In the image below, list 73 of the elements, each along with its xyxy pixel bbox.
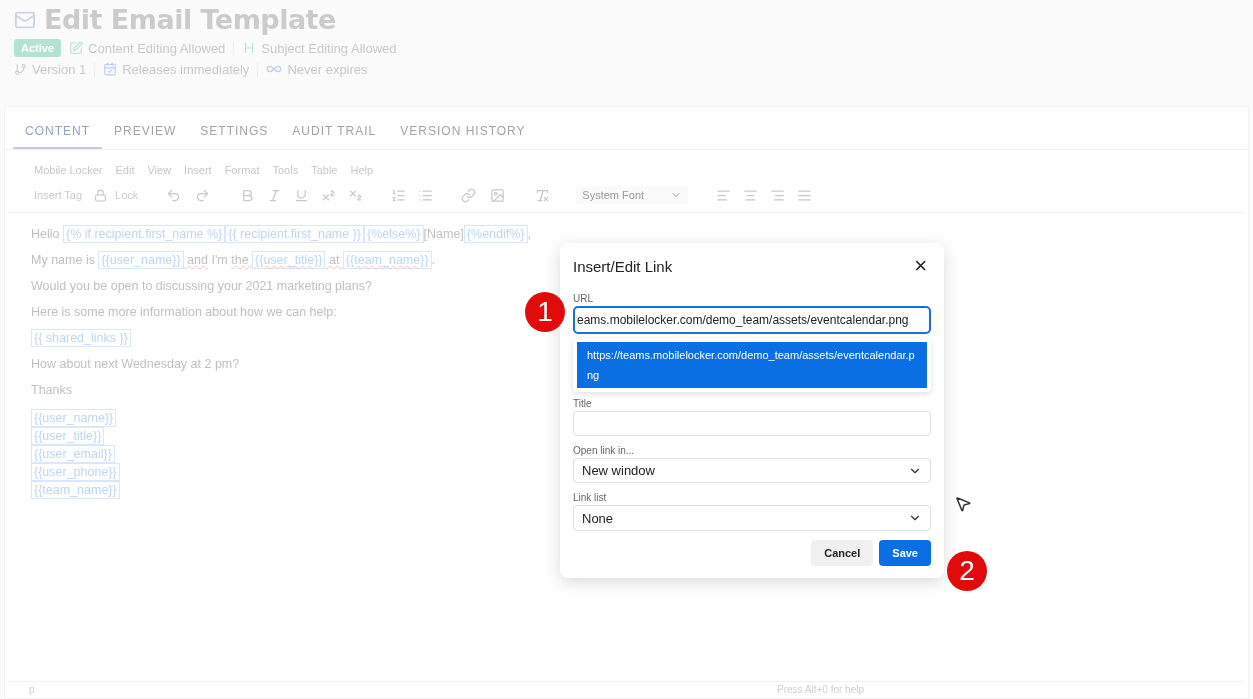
body-text: My name is bbox=[31, 253, 96, 267]
align-center-icon[interactable] bbox=[743, 187, 759, 203]
template-tag: {{user_name}} bbox=[98, 251, 184, 269]
select-field[interactable]: New window bbox=[573, 458, 931, 484]
body-text: at bbox=[327, 253, 341, 267]
calendar-icon bbox=[103, 62, 118, 76]
body-text: [Name] bbox=[423, 227, 464, 241]
menu-item[interactable]: Edit bbox=[115, 164, 135, 176]
template-tag: {{team_name}} bbox=[31, 481, 120, 499]
template-tag: {{user_title}} bbox=[31, 427, 105, 445]
select-field[interactable]: None bbox=[573, 505, 931, 531]
menu-item[interactable]: Table bbox=[311, 164, 338, 176]
body-text: the bbox=[231, 253, 250, 267]
redo-icon[interactable] bbox=[195, 187, 211, 203]
body-text: Would you be open to discussing your 2021 marketing plans? bbox=[31, 279, 372, 293]
undo-icon[interactable] bbox=[166, 187, 182, 203]
italic-icon[interactable] bbox=[267, 187, 283, 203]
tab[interactable]: CONTENT bbox=[13, 116, 102, 149]
template-tag: {%endif%} bbox=[463, 225, 528, 243]
edit-icon bbox=[69, 41, 84, 55]
save-button[interactable]: Save bbox=[879, 540, 931, 566]
body-text: Thanks bbox=[31, 383, 72, 397]
cursor-icon bbox=[954, 495, 972, 513]
branch-icon bbox=[14, 62, 27, 76]
image-icon[interactable] bbox=[490, 187, 506, 203]
menu-item[interactable]: Help bbox=[350, 164, 374, 176]
body-text: How about next Wednesday at 2 pm? bbox=[31, 357, 240, 371]
template-tag: {{ recipient.first_name }} bbox=[225, 225, 365, 243]
template-tag: {{ shared_links }} bbox=[31, 329, 131, 347]
input-field[interactable] bbox=[573, 411, 931, 436]
body-text: . bbox=[431, 253, 436, 267]
numbered-list-icon[interactable] bbox=[391, 187, 407, 203]
url-field[interactable]: eams.mobilelocker.com/demo_team/assets/eventcalendar.png bbox=[573, 306, 931, 334]
link-icon[interactable] bbox=[461, 187, 477, 203]
status-badge: Active bbox=[14, 39, 62, 57]
field-label: Title bbox=[573, 398, 593, 409]
tab[interactable]: PREVIEW bbox=[102, 116, 189, 149]
subscript-icon[interactable] bbox=[348, 187, 364, 203]
clear-formatting-icon[interactable] bbox=[535, 187, 551, 203]
field-label: Open link in... bbox=[573, 445, 636, 456]
template-tag: {%else%} bbox=[364, 225, 424, 243]
font-select[interactable]: System Font bbox=[576, 186, 689, 204]
align-right-icon[interactable] bbox=[770, 187, 786, 203]
body-text: and bbox=[186, 253, 208, 267]
body-text: Here is some more information about how we can help: bbox=[31, 305, 337, 319]
template-tag: {{user_name}} bbox=[31, 409, 117, 427]
body-text: , bbox=[527, 227, 531, 241]
tab[interactable]: SETTINGS bbox=[188, 116, 281, 149]
menu-item[interactable]: Mobile Locker bbox=[34, 164, 103, 176]
justify-icon[interactable] bbox=[797, 187, 813, 203]
bullet-list-icon[interactable] bbox=[418, 187, 434, 203]
template-tag: {% if recipient.first_name %} bbox=[62, 225, 226, 243]
template-tag: {{user_title}} bbox=[252, 251, 326, 269]
template-tag: {{user_phone}} bbox=[31, 463, 120, 481]
field-label: URL bbox=[573, 293, 594, 304]
close-button[interactable]: × bbox=[910, 255, 931, 277]
template-tag: {{user_email}} bbox=[31, 445, 115, 463]
dialog-title: Insert/Edit Link bbox=[573, 257, 673, 275]
tab[interactable]: AUDIT TRAIL bbox=[280, 116, 389, 149]
suggestion-item[interactable]: https://teams.mobilelocker.com/demo_team/assets/eventcalendar.png bbox=[577, 342, 927, 388]
field-label: Link list bbox=[573, 492, 608, 504]
menu-item[interactable]: Format bbox=[224, 164, 260, 176]
body-text: I'm bbox=[210, 253, 229, 267]
superscript-icon[interactable] bbox=[321, 187, 337, 203]
lock-icon[interactable] bbox=[94, 188, 108, 202]
cancel-button[interactable]: Cancel bbox=[811, 540, 874, 566]
menu-item[interactable]: Insert bbox=[184, 164, 212, 176]
tab[interactable]: VERSION HISTORY bbox=[388, 116, 538, 149]
body-text: Hello bbox=[31, 227, 61, 241]
align-left-icon[interactable] bbox=[716, 187, 732, 203]
template-tag: {{team_name}} bbox=[342, 251, 432, 269]
menu-item[interactable]: View bbox=[147, 164, 172, 176]
underline-icon[interactable] bbox=[294, 187, 310, 203]
